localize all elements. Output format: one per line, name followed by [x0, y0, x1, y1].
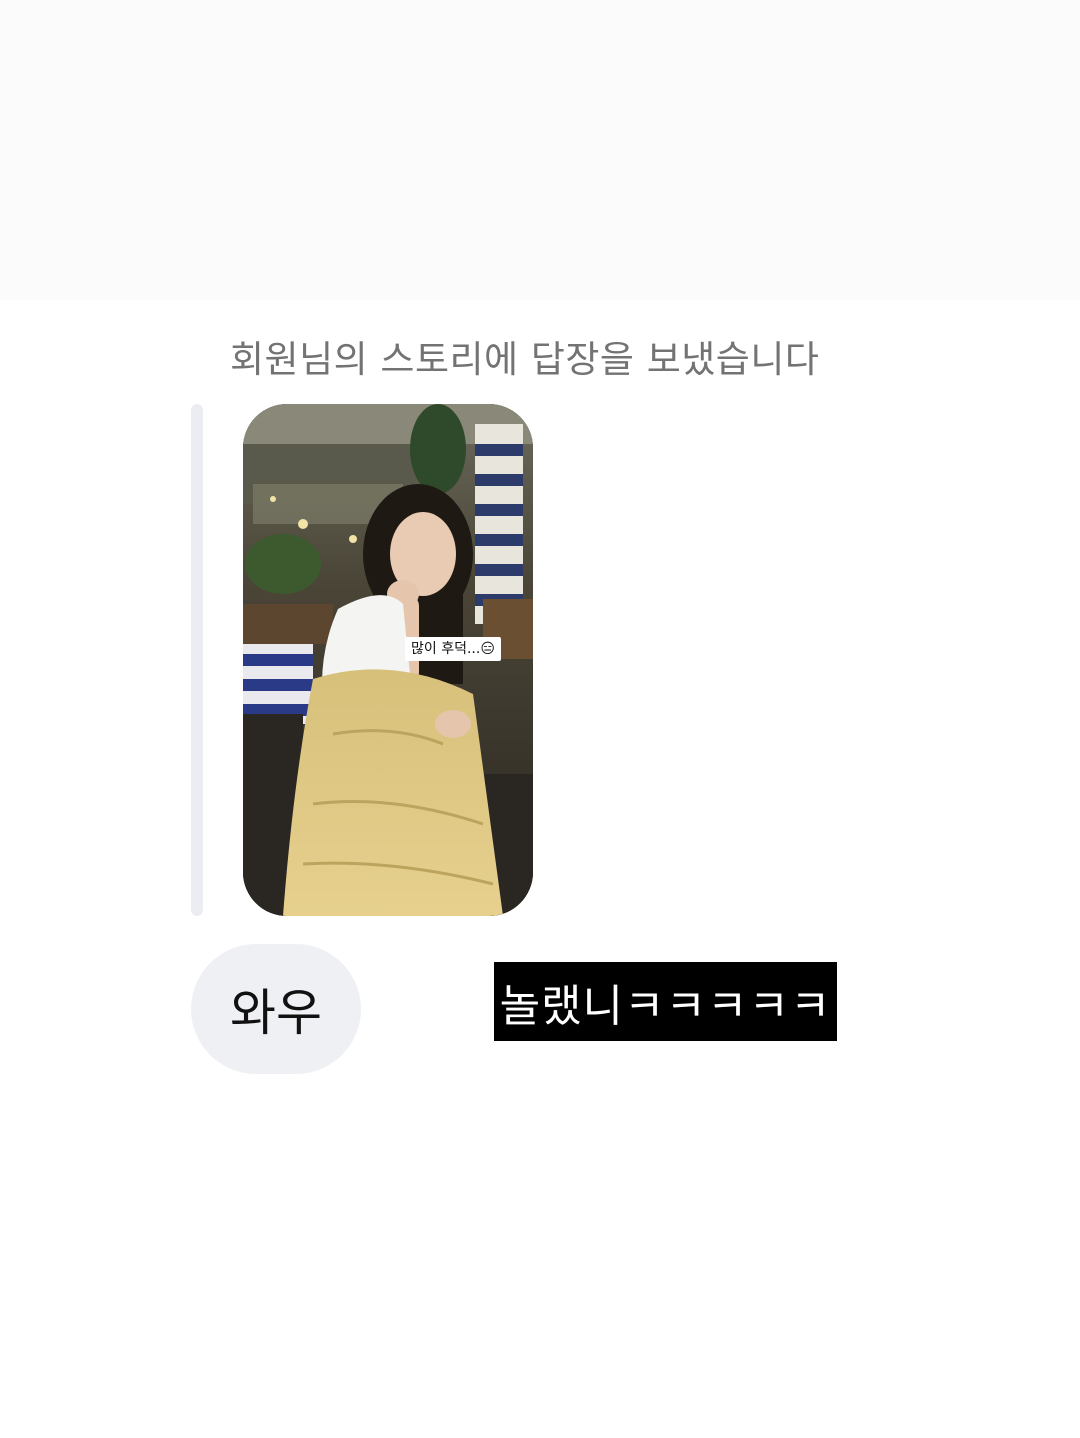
message-text: 와우: [230, 984, 322, 1042]
top-background: [0, 0, 1080, 300]
story-sticker-text: 많이 후덕...😑: [405, 637, 501, 661]
overlay-caption-text: 놀랬니ㅋㅋㅋㅋㅋ: [499, 980, 832, 1032]
story-reply-caption: 회원님의 스토리에 답장을 보냈습니다: [230, 338, 820, 381]
message-bubble[interactable]: 와우: [191, 944, 361, 1074]
overlay-caption: 놀랬니ㅋㅋㅋㅋㅋ: [494, 962, 837, 1041]
story-thumbnail[interactable]: 많이 후덕...😑: [243, 404, 533, 916]
reply-quote-bar: [191, 404, 203, 916]
